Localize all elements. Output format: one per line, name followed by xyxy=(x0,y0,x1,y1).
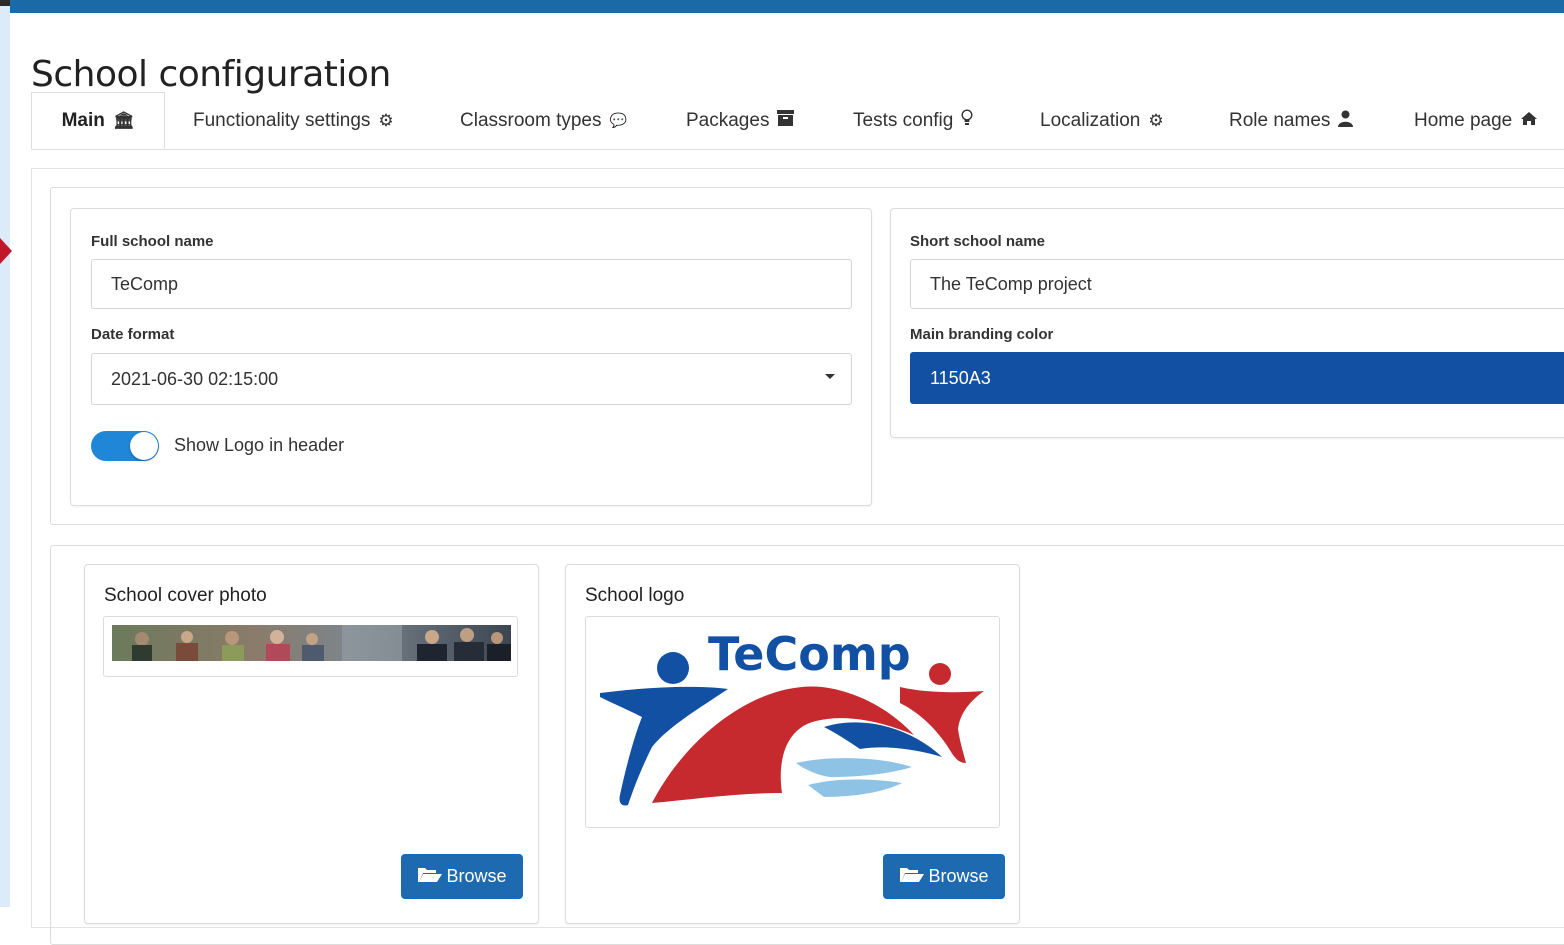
cogs-icon: ⚙ xyxy=(378,110,394,130)
date-format-select[interactable]: 2021-06-30 02:15:00 xyxy=(91,353,852,405)
folder-open-icon xyxy=(417,865,443,888)
date-format-label: Date format xyxy=(91,326,175,343)
branding-color-input[interactable]: 1150A3 xyxy=(910,352,1564,404)
school-logo-preview: TeComp xyxy=(585,616,1000,828)
tab-classroom-types[interactable]: Classroom types 💬 xyxy=(460,92,627,149)
cogs-icon: ⚙ xyxy=(1148,110,1164,130)
cover-photo-title: School cover photo xyxy=(104,585,267,606)
tab-functionality-settings[interactable]: Functionality settings ⚙ xyxy=(193,92,394,149)
archive-icon xyxy=(777,110,795,131)
tab-localization[interactable]: Localization ⚙ xyxy=(1040,92,1164,149)
tab-home-page[interactable]: Home page xyxy=(1414,92,1538,149)
full-school-name-label: Full school name xyxy=(91,233,214,250)
user-icon xyxy=(1338,110,1354,132)
tab-label: Classroom types xyxy=(460,109,602,131)
comment-icon: 💬 xyxy=(609,112,627,128)
folder-open-icon xyxy=(899,865,925,888)
tab-label: Functionality settings xyxy=(193,109,371,131)
tab-label: Home page xyxy=(1414,109,1513,131)
cover-photo-image xyxy=(112,625,511,661)
input-value: 1150A3 xyxy=(930,367,991,388)
tab-label: Tests config xyxy=(853,109,954,131)
button-label: Browse xyxy=(928,866,989,886)
cover-photo-preview xyxy=(103,616,518,677)
tecomp-logo: TeComp xyxy=(600,627,984,806)
show-logo-toggle[interactable] xyxy=(91,431,159,461)
pointer-arrow-icon xyxy=(0,238,12,264)
logo-wordmark: TeComp xyxy=(708,627,911,681)
branding-color-label: Main branding color xyxy=(910,326,1054,343)
input-value: The TeComp project xyxy=(930,273,1092,294)
page-title: School configuration xyxy=(31,54,391,96)
select-value: 2021-06-30 02:15:00 xyxy=(111,368,279,389)
tab-label: Packages xyxy=(686,109,770,131)
show-logo-label: Show Logo in header xyxy=(174,435,345,455)
input-value: TeComp xyxy=(111,273,179,294)
tab-packages[interactable]: Packages xyxy=(686,92,795,149)
lightbulb-icon xyxy=(961,109,973,132)
cover-browse-button[interactable]: Browse xyxy=(401,854,523,899)
bank-icon: 🏛 xyxy=(112,110,135,130)
toggle-knob xyxy=(130,432,158,460)
short-school-name-input[interactable]: The TeComp project xyxy=(910,259,1564,309)
tab-tests-config[interactable]: Tests config xyxy=(853,92,973,149)
tab-label: Main xyxy=(61,109,105,131)
school-logo-title: School logo xyxy=(585,585,685,606)
short-school-name-label: Short school name xyxy=(910,233,1046,250)
home-icon xyxy=(1520,111,1538,131)
logo-browse-button[interactable]: Browse xyxy=(883,854,1005,899)
full-school-name-input[interactable]: TeComp xyxy=(91,259,852,309)
left-edge-strip xyxy=(0,0,10,907)
tab-label: Localization xyxy=(1040,109,1141,131)
tab-bar: Main 🏛 Functionality settings ⚙ Classroo… xyxy=(31,92,1564,150)
tab-label: Role names xyxy=(1229,109,1331,131)
window-corner xyxy=(0,0,10,6)
chevron-down-icon xyxy=(825,374,835,379)
top-accent-bar xyxy=(10,0,1564,13)
tab-role-names[interactable]: Role names xyxy=(1229,92,1354,149)
button-label: Browse xyxy=(446,866,507,886)
tab-main[interactable]: Main 🏛 xyxy=(31,92,165,149)
